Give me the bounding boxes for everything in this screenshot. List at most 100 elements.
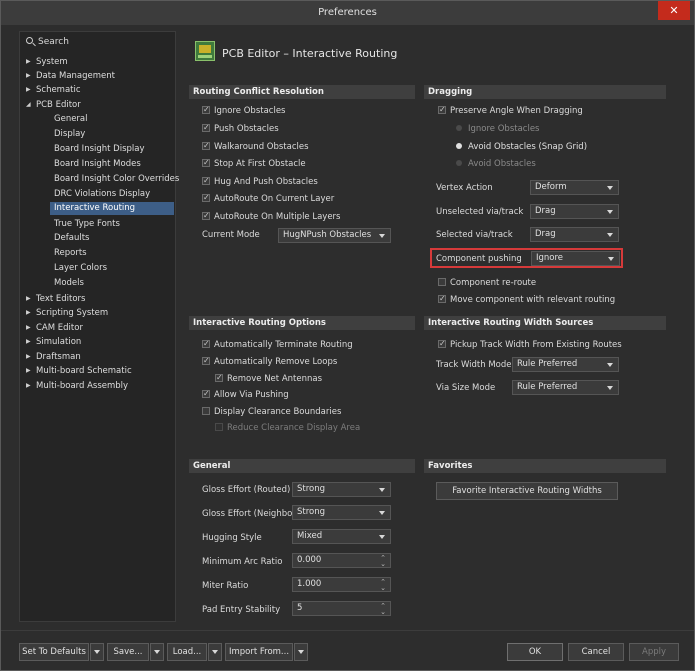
- radio-avoid-obstacles[interactable]: Avoid Obstacles: [456, 158, 536, 171]
- checkbox-icon[interactable]: [215, 371, 223, 384]
- preserve-angle-checkbox[interactable]: Preserve Angle When Dragging: [438, 103, 583, 118]
- checkbox-icon[interactable]: [202, 354, 210, 367]
- walkaround-obstacles-checkbox[interactable]: Walkaround Obstacles: [202, 139, 309, 154]
- hugging-style-dropdown[interactable]: Mixed: [292, 529, 391, 544]
- tree-item-schematic[interactable]: ▶ Schematic: [26, 83, 81, 96]
- close-button[interactable]: ✕: [658, 1, 690, 20]
- auto-remove-loops-checkbox[interactable]: Automatically Remove Loops: [202, 354, 337, 369]
- ok-button[interactable]: OK: [507, 643, 563, 661]
- save-dropdown[interactable]: [150, 643, 164, 661]
- radio-selected-icon[interactable]: [456, 143, 462, 149]
- pickup-track-width-checkbox[interactable]: Pickup Track Width From Existing Routes: [438, 337, 622, 352]
- checkbox-icon[interactable]: [202, 103, 210, 116]
- selected-via-track-dropdown[interactable]: Drag: [530, 227, 619, 242]
- radio-icon[interactable]: [456, 160, 462, 166]
- tree-item-pcb-editor[interactable]: ◢ PCB Editor: [26, 98, 81, 111]
- min-arc-ratio-input[interactable]: 0.000 ⌃ ⌄: [292, 553, 391, 568]
- tree-item-board-insight-modes[interactable]: Board Insight Modes: [54, 158, 141, 171]
- checkbox-icon[interactable]: [438, 292, 446, 305]
- collapse-arrow-icon[interactable]: ◢: [26, 98, 36, 111]
- component-pushing-dropdown[interactable]: Ignore: [531, 251, 620, 266]
- unselected-via-track-dropdown[interactable]: Drag: [530, 204, 619, 219]
- tree-item-layer-colors[interactable]: Layer Colors: [54, 262, 107, 275]
- tree-item-models[interactable]: Models: [54, 277, 84, 290]
- gloss-effort-routed-dropdown[interactable]: Strong: [292, 482, 391, 497]
- remove-net-antennas-checkbox[interactable]: Remove Net Antennas: [215, 371, 322, 386]
- tree-item-display[interactable]: Display: [54, 128, 85, 141]
- load-button[interactable]: Load...: [167, 643, 207, 661]
- expand-arrow-icon[interactable]: ▶: [26, 379, 36, 392]
- tree-item-text-editors[interactable]: ▶ Text Editors: [26, 292, 85, 305]
- checkbox-icon[interactable]: [202, 139, 210, 152]
- radio-icon[interactable]: [456, 125, 462, 131]
- expand-arrow-icon[interactable]: ▶: [26, 292, 36, 305]
- tree-item-reports[interactable]: Reports: [54, 247, 87, 260]
- expand-arrow-icon[interactable]: ▶: [26, 69, 36, 82]
- miter-ratio-input[interactable]: 1.000 ⌃ ⌄: [292, 577, 391, 592]
- checkbox-icon[interactable]: [202, 407, 210, 415]
- radio-ignore-obstacles[interactable]: Ignore Obstacles: [456, 123, 539, 136]
- spinner-arrows-icon[interactable]: ⌃ ⌄: [380, 579, 386, 592]
- gloss-effort-neighbor-dropdown[interactable]: Strong: [292, 505, 391, 520]
- tree-item-cam-editor[interactable]: ▶ CAM Editor: [26, 321, 83, 334]
- autoroute-current-layer-checkbox[interactable]: AutoRoute On Current Layer: [202, 191, 334, 206]
- hug-and-push-obstacles-checkbox[interactable]: Hug And Push Obstacles: [202, 174, 318, 189]
- allow-via-pushing-checkbox[interactable]: Allow Via Pushing: [202, 387, 289, 402]
- track-width-mode-dropdown[interactable]: Rule Preferred: [512, 357, 619, 372]
- load-dropdown[interactable]: [208, 643, 222, 661]
- current-mode-dropdown[interactable]: HugNPush Obstacles: [278, 228, 391, 243]
- set-to-defaults-dropdown[interactable]: [90, 643, 104, 661]
- tree-item-general[interactable]: General: [54, 113, 88, 126]
- checkbox-icon[interactable]: [202, 191, 210, 204]
- spinner-arrows-icon[interactable]: ⌃ ⌄: [380, 555, 386, 568]
- checkbox-icon[interactable]: [202, 156, 210, 169]
- auto-terminate-routing-checkbox[interactable]: Automatically Terminate Routing: [202, 337, 353, 352]
- spinner-arrows-icon[interactable]: ⌃ ⌄: [380, 603, 386, 616]
- move-component-checkbox[interactable]: Move component with relevant routing: [438, 292, 615, 307]
- favorite-routing-widths-button[interactable]: Favorite Interactive Routing Widths: [436, 482, 618, 500]
- radio-avoid-obstacles-snap-grid[interactable]: Avoid Obstacles (Snap Grid): [456, 141, 587, 154]
- expand-arrow-icon[interactable]: ▶: [26, 335, 36, 348]
- display-clearance-boundaries-checkbox[interactable]: Display Clearance Boundaries: [202, 406, 341, 419]
- tree-item-draftsman[interactable]: ▶ Draftsman: [26, 350, 81, 363]
- tree-item-multi-board-assembly[interactable]: ▶ Multi-board Assembly: [26, 379, 128, 392]
- pad-entry-stability-input[interactable]: 5 ⌃ ⌄: [292, 601, 391, 616]
- autoroute-multiple-layers-checkbox[interactable]: AutoRoute On Multiple Layers: [202, 209, 340, 224]
- expand-arrow-icon[interactable]: ▶: [26, 83, 36, 96]
- import-from-button[interactable]: Import From...: [225, 643, 293, 661]
- checkbox-icon[interactable]: [438, 337, 446, 350]
- expand-arrow-icon[interactable]: ▶: [26, 306, 36, 319]
- checkbox-icon[interactable]: [202, 209, 210, 222]
- stop-at-first-obstacle-checkbox[interactable]: Stop At First Obstacle: [202, 156, 306, 171]
- expand-arrow-icon[interactable]: ▶: [26, 55, 36, 68]
- checkbox-icon[interactable]: [202, 337, 210, 350]
- tree-item-system[interactable]: ▶ System: [26, 55, 68, 68]
- checkbox-icon[interactable]: [202, 387, 210, 400]
- search-input[interactable]: [38, 34, 168, 50]
- vertex-action-dropdown[interactable]: Deform: [530, 180, 619, 195]
- checkbox-icon[interactable]: [202, 174, 210, 187]
- expand-arrow-icon[interactable]: ▶: [26, 364, 36, 377]
- tree-item-multi-board-schematic[interactable]: ▶ Multi-board Schematic: [26, 364, 132, 377]
- tree-item-drc-violations-display[interactable]: DRC Violations Display: [54, 188, 150, 201]
- tree-item-defaults[interactable]: Defaults: [54, 232, 90, 245]
- tree-item-interactive-routing[interactable]: Interactive Routing: [50, 202, 174, 215]
- tree-item-scripting-system[interactable]: ▶ Scripting System: [26, 306, 108, 319]
- component-reroute-checkbox[interactable]: Component re-route: [438, 277, 536, 290]
- ignore-obstacles-checkbox[interactable]: Ignore Obstacles: [202, 103, 285, 118]
- import-from-dropdown[interactable]: [294, 643, 308, 661]
- checkbox-icon[interactable]: [438, 278, 446, 286]
- search-box[interactable]: [24, 34, 172, 50]
- via-size-mode-dropdown[interactable]: Rule Preferred: [512, 380, 619, 395]
- tree-item-data-management[interactable]: ▶ Data Management: [26, 69, 115, 82]
- tree-item-board-insight-color-overrides[interactable]: Board Insight Color Overrides: [54, 173, 179, 186]
- checkbox-icon[interactable]: [202, 121, 210, 134]
- tree-item-board-insight-display[interactable]: Board Insight Display: [54, 143, 145, 156]
- expand-arrow-icon[interactable]: ▶: [26, 350, 36, 363]
- cancel-button[interactable]: Cancel: [568, 643, 624, 661]
- expand-arrow-icon[interactable]: ▶: [26, 321, 36, 334]
- save-button[interactable]: Save...: [107, 643, 149, 661]
- push-obstacles-checkbox[interactable]: Push Obstacles: [202, 121, 279, 136]
- tree-item-simulation[interactable]: ▶ Simulation: [26, 335, 81, 348]
- checkbox-icon[interactable]: [438, 103, 446, 116]
